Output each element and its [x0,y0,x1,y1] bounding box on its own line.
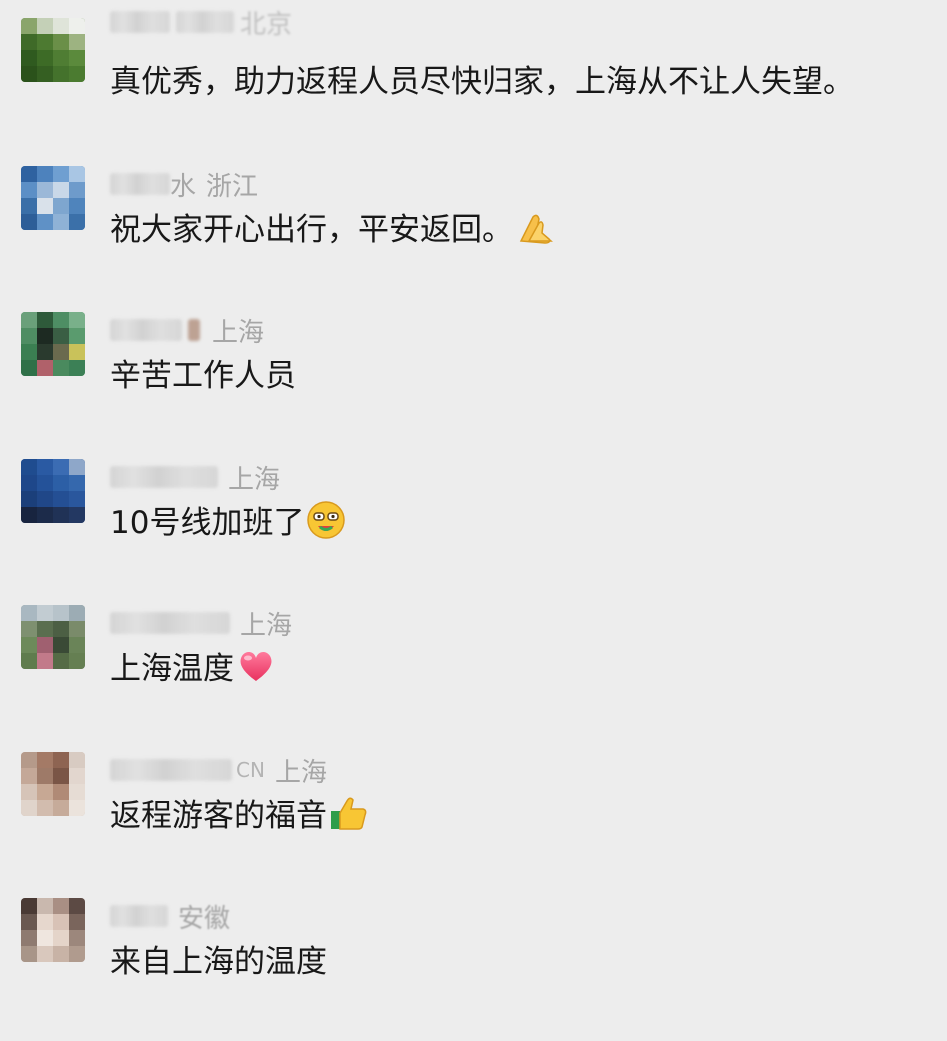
comment-text: 10号线加班了 [110,497,346,542]
comment-text: 真优秀，助力返程人员尽快归家，上海从不让人失望。 [110,56,854,101]
heart-emoji [240,651,272,681]
folded-hands-emoji [519,214,553,244]
comment-text-content: 祝大家开心出行，平安返回。 [110,212,513,248]
comment-text-content: 上海温度 [110,651,234,687]
comment-text-content: 10号线加班了 [110,505,305,541]
avatar[interactable] [21,18,85,82]
avatar[interactable] [21,752,85,816]
comment-meta: 安徽 [110,900,231,934]
nickname-blurred[interactable] [110,905,168,927]
location-label: 安徽 [178,903,231,934]
comment-item: 水 浙江 祝大家开心出行，平安返回。 [0,166,947,276]
comment-text: 上海温度 [110,643,276,688]
comment-text-content: 真优秀，助力返程人员尽快归家，上海从不让人失望。 [110,64,854,100]
comment-text-content: 返程游客的福音 [110,798,327,834]
comment-item: CN 上海 返程游客的福音 [0,752,947,862]
nickname-blurred[interactable] [110,173,170,195]
nickname-blurred[interactable] [110,466,218,488]
avatar[interactable] [21,166,85,230]
comment-meta: CN 上海 [110,754,327,788]
nickname-blurred[interactable] [110,759,232,781]
comment-meta: 上海 [110,314,265,348]
location-label: 上海 [228,464,281,495]
location-label: 上海 [274,757,327,788]
nickname-blurred[interactable] [110,612,230,634]
avatar[interactable] [21,605,85,669]
avatar[interactable] [21,459,85,523]
comment-text: 来自上海的温度 [110,936,327,981]
yum-face-emoji [307,500,346,539]
nickname-partial[interactable]: CN [236,758,265,782]
comment-text: 返程游客的福音 [110,790,369,835]
comment-meta: 水 浙江 [110,166,259,203]
comment-meta: 上海 [110,461,281,495]
comment-text: 祝大家开心出行，平安返回。 [110,204,555,249]
nickname-partial[interactable]: 水 [170,166,196,203]
comment-item: 上海 辛苦工作人员 [0,312,947,422]
nickname-blurred[interactable] [110,11,170,33]
location-label: 上海 [240,610,293,641]
comment-meta: 北京 [110,6,293,40]
comment-item: 上海 上海温度 [0,605,947,715]
comment-item: 安徽 来自上海的温度 [0,898,947,1008]
location-label: 北京 [240,9,293,40]
comment-item: 上海 10号线加班了 [0,459,947,569]
nickname-blurred[interactable] [188,319,200,341]
comment-list: 北京 真优秀，助力返程人员尽快归家，上海从不让人失望。 水 浙江 祝大家开心出行… [0,0,947,1041]
comment-text-content: 来自上海的温度 [110,944,327,980]
avatar[interactable] [21,312,85,376]
nickname-blurred[interactable] [110,319,182,341]
location-label: 浙江 [206,171,259,202]
comment-meta: 上海 [110,607,293,641]
comment-text: 辛苦工作人员 [110,350,296,395]
avatar[interactable] [21,898,85,962]
location-label: 上海 [212,317,265,348]
thumbs-up-emoji [331,797,367,830]
comment-text-content: 辛苦工作人员 [110,358,296,394]
comment-item: 北京 真优秀，助力返程人员尽快归家，上海从不让人失望。 [0,10,947,128]
nickname-blurred[interactable] [176,11,234,33]
